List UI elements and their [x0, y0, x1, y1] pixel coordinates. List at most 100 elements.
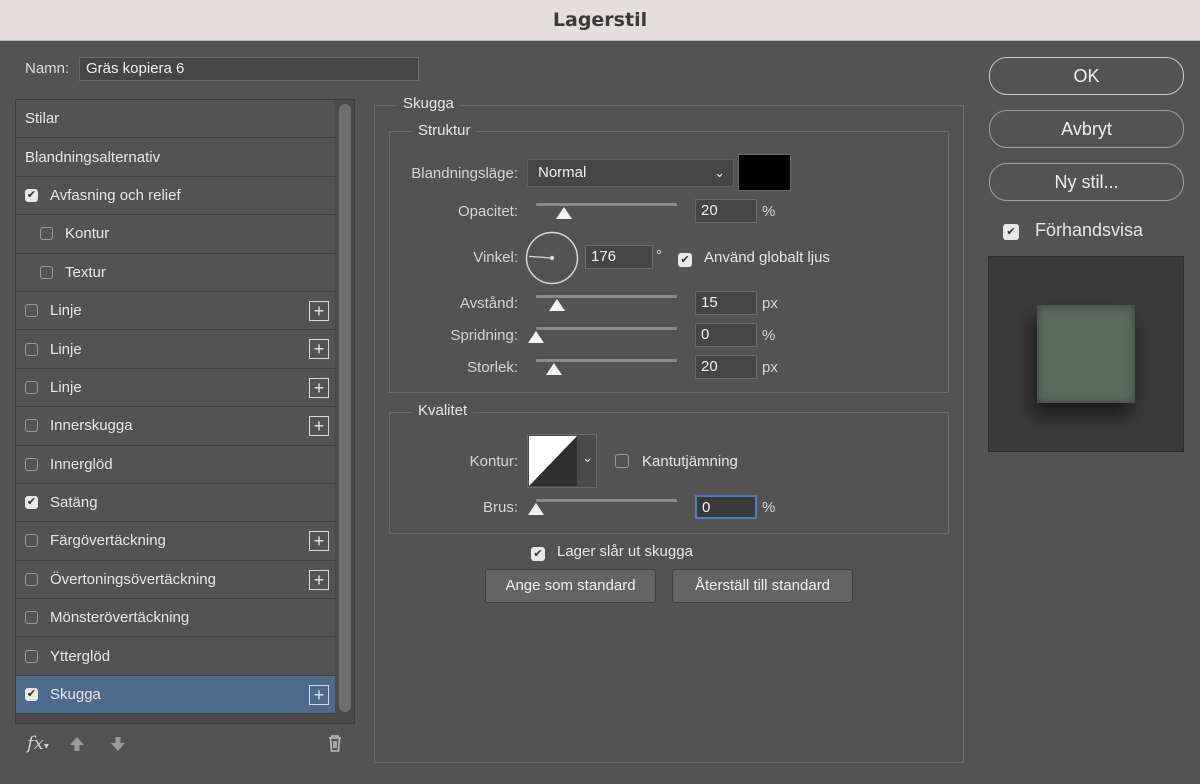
styles-scrollbar-thumb[interactable] [339, 104, 351, 712]
style-item[interactable]: Innerglöd [16, 445, 335, 484]
style-item-label: Textur [65, 263, 106, 281]
style-item[interactable]: Mönsterövertäckning [16, 599, 335, 638]
style-item-label: Linje [50, 378, 82, 396]
noise-slider-track[interactable] [536, 499, 677, 502]
noise-label: Brus: [482, 499, 518, 516]
knockout-checkbox[interactable]: ✔ [531, 544, 545, 562]
style-item[interactable]: Övertoningsövertäckning + [16, 560, 335, 600]
style-item[interactable]: Ytterglöd [16, 637, 335, 676]
trash-icon [329, 735, 341, 752]
style-item-checkbox[interactable] [25, 419, 38, 433]
angle-input[interactable]: 176 [585, 245, 653, 269]
style-item-label: Blandningsalternativ [25, 148, 161, 166]
global-light-label: Använd globalt ljus [704, 249, 830, 266]
set-default-button[interactable]: Ange som standard [485, 569, 656, 603]
antialias-checkbox[interactable] [615, 454, 629, 473]
spread-slider-track[interactable] [536, 327, 677, 330]
chevron-down-icon: ⌄ [582, 450, 593, 465]
opacity-slider-track[interactable] [536, 203, 677, 206]
ok-button[interactable]: OK [989, 57, 1184, 95]
add-style-instance-button[interactable]: + [309, 300, 329, 321]
spread-slider-thumb[interactable] [528, 331, 544, 343]
style-item-label: Ytterglöd [50, 647, 111, 665]
style-item-checkbox[interactable] [25, 304, 38, 318]
size-input[interactable]: 20 [695, 355, 757, 379]
style-item-label: Avfasning och relief [50, 186, 181, 204]
styles-scrollbar[interactable] [337, 100, 353, 720]
preview-label: Förhandsvisa [1035, 220, 1144, 240]
opacity-slider-thumb[interactable] [556, 207, 573, 219]
style-item-checkbox[interactable] [25, 649, 38, 663]
delete-button[interactable] [326, 733, 344, 758]
opacity-input[interactable]: 20 [695, 199, 757, 223]
angle-dial[interactable] [525, 231, 579, 290]
preview-checkbox[interactable]: ✔ [1003, 222, 1019, 240]
style-item-checkbox[interactable] [25, 572, 38, 586]
cancel-button[interactable]: Avbryt [989, 110, 1184, 148]
new-style-button[interactable]: Ny stil... [989, 163, 1184, 201]
style-item-checkbox[interactable] [40, 227, 53, 241]
style-item-checkbox[interactable]: ✔ [25, 188, 38, 202]
blend-mode-select[interactable]: Normal ⌄ [527, 159, 734, 187]
knockout-check-icon: ✔ [531, 546, 545, 561]
style-item[interactable]: Linje + [16, 330, 335, 369]
size-label: Storlek: [467, 359, 518, 376]
add-style-instance-button[interactable]: + [309, 377, 329, 398]
add-style-instance-button[interactable]: + [309, 339, 329, 360]
style-item-checkbox[interactable] [25, 534, 38, 548]
style-item-checkbox[interactable] [25, 611, 38, 625]
global-light-check-icon: ✔ [678, 252, 692, 267]
distance-input[interactable]: 15 [695, 291, 757, 315]
style-item-checkbox[interactable] [40, 265, 53, 279]
style-item[interactable]: Textur [16, 253, 335, 292]
style-item-label: Övertoningsövertäckning [50, 570, 216, 588]
style-item-label: Skugga [50, 686, 101, 704]
style-item-checkbox[interactable]: ✔ [25, 496, 38, 510]
name-label: Namn: [25, 60, 70, 77]
style-item-checkbox[interactable] [25, 342, 38, 356]
fx-icon: fx [27, 733, 44, 754]
global-light-checkbox[interactable]: ✔ [678, 250, 692, 268]
reset-default-button[interactable]: Återställ till standard [672, 569, 853, 603]
add-style-instance-button[interactable]: + [309, 531, 329, 552]
style-item-label: Stilar [25, 110, 60, 128]
style-item-label: Innerskugga [50, 417, 133, 435]
style-item[interactable]: ✔ Skugga + [16, 675, 335, 715]
style-item-label: Satäng [50, 494, 98, 512]
noise-input[interactable]: 0 [695, 495, 757, 519]
add-style-instance-button[interactable]: + [309, 569, 329, 590]
shadow-color-swatch[interactable] [738, 154, 791, 191]
noise-slider-thumb[interactable] [528, 503, 544, 515]
style-item-checkbox[interactable] [25, 457, 38, 471]
distance-slider-thumb[interactable] [549, 299, 566, 311]
name-input[interactable]: Gräs kopiera 6 [79, 57, 419, 81]
move-down-button[interactable] [109, 735, 127, 758]
style-item[interactable]: Kontur [16, 215, 335, 254]
distance-slider-track[interactable] [536, 295, 677, 298]
spread-input[interactable]: 0 [695, 323, 757, 347]
style-item[interactable]: Innerskugga + [16, 407, 335, 446]
style-item[interactable]: Blandningsalternativ [16, 138, 335, 177]
style-item-label: Innerglöd [50, 455, 113, 473]
add-style-instance-button[interactable]: + [309, 684, 329, 705]
style-item-checkbox[interactable]: ✔ [25, 688, 38, 702]
contour-picker[interactable]: ⌄ [527, 434, 597, 488]
fx-menu-button[interactable]: fx▾ [27, 733, 49, 754]
style-item[interactable]: Färgövertäckning + [16, 522, 335, 561]
preview-tile [1037, 305, 1135, 403]
style-item[interactable]: Stilar [16, 100, 335, 139]
move-up-button[interactable] [68, 735, 86, 758]
style-item[interactable]: Linje + [16, 368, 335, 408]
style-item[interactable]: Linje + [16, 291, 335, 331]
style-item[interactable]: ✔ Avfasning och relief [16, 176, 335, 216]
add-style-instance-button[interactable]: + [309, 416, 329, 437]
window-title: Lagerstil [0, 0, 1200, 41]
blend-mode-label: Blandningsläge: [411, 165, 518, 182]
size-slider-track[interactable] [536, 359, 677, 362]
style-item-label: Linje [50, 340, 82, 358]
style-item-checkbox[interactable] [25, 380, 38, 394]
contour-curve-icon [529, 436, 577, 486]
size-slider-thumb[interactable] [546, 363, 563, 375]
spread-unit: % [762, 327, 776, 344]
style-item[interactable]: ✔ Satäng [16, 483, 335, 523]
